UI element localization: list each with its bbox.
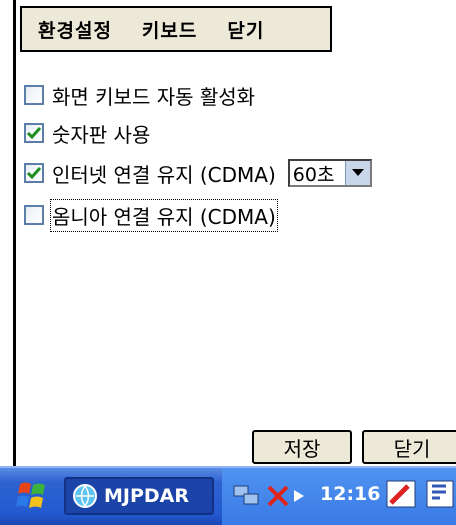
option-auto-keyboard[interactable]: 화면 키보드 자동 활성화 <box>24 80 255 110</box>
settings-window <box>16 0 456 466</box>
taskbar: MJPDAR 12:16 <box>0 466 456 525</box>
system-tray: 12:16 <box>222 468 456 525</box>
close-button[interactable]: 닫기 <box>362 430 456 464</box>
windows-start-icon[interactable] <box>14 478 50 514</box>
menu-settings[interactable]: 환경설정 <box>38 16 112 43</box>
taskbar-clock[interactable]: 12:16 <box>320 483 380 505</box>
keepalive-interval-select[interactable]: 60초 <box>287 159 372 187</box>
option-label: 옴니아 연결 유지 (CDMA) <box>50 198 278 232</box>
chevron-down-icon[interactable] <box>344 161 370 185</box>
volume-arrow-icon[interactable] <box>294 490 304 502</box>
select-value: 60초 <box>292 163 335 186</box>
option-numpad[interactable]: 숫자판 사용 <box>24 118 150 148</box>
menu-keyboard[interactable]: 키보드 <box>142 16 197 43</box>
keyboard-icon[interactable] <box>426 480 454 508</box>
checkbox-numpad[interactable] <box>24 123 44 143</box>
taskbar-app-label: MJPDAR <box>104 485 190 507</box>
option-label: 화면 키보드 자동 활성화 <box>52 84 256 109</box>
window-frame-left <box>0 0 14 466</box>
option-omnia-keepalive[interactable]: 옴니아 연결 유지 (CDMA) <box>24 198 278 232</box>
option-label: 숫자판 사용 <box>52 122 151 147</box>
save-button[interactable]: 저장 <box>252 430 352 464</box>
input-pen-icon[interactable] <box>386 480 416 508</box>
option-label: 인터넷 연결 유지 (CDMA) <box>52 162 276 187</box>
menu-close[interactable]: 닫기 <box>227 16 264 43</box>
option-internet-keepalive[interactable]: 인터넷 연결 유지 (CDMA) 60초 <box>24 158 372 188</box>
check-icon <box>26 127 42 140</box>
signal-icon[interactable] <box>266 484 290 508</box>
globe-icon <box>73 484 97 508</box>
check-icon <box>26 167 42 180</box>
checkbox-auto-keyboard[interactable] <box>24 85 44 105</box>
taskbar-app-button[interactable]: MJPDAR <box>64 477 214 515</box>
checkbox-omnia-keepalive[interactable] <box>24 205 44 225</box>
network-icon[interactable] <box>232 482 262 508</box>
checkbox-internet-keepalive[interactable] <box>24 163 44 183</box>
menu-bar: 환경설정 키보드 닫기 <box>20 6 332 52</box>
